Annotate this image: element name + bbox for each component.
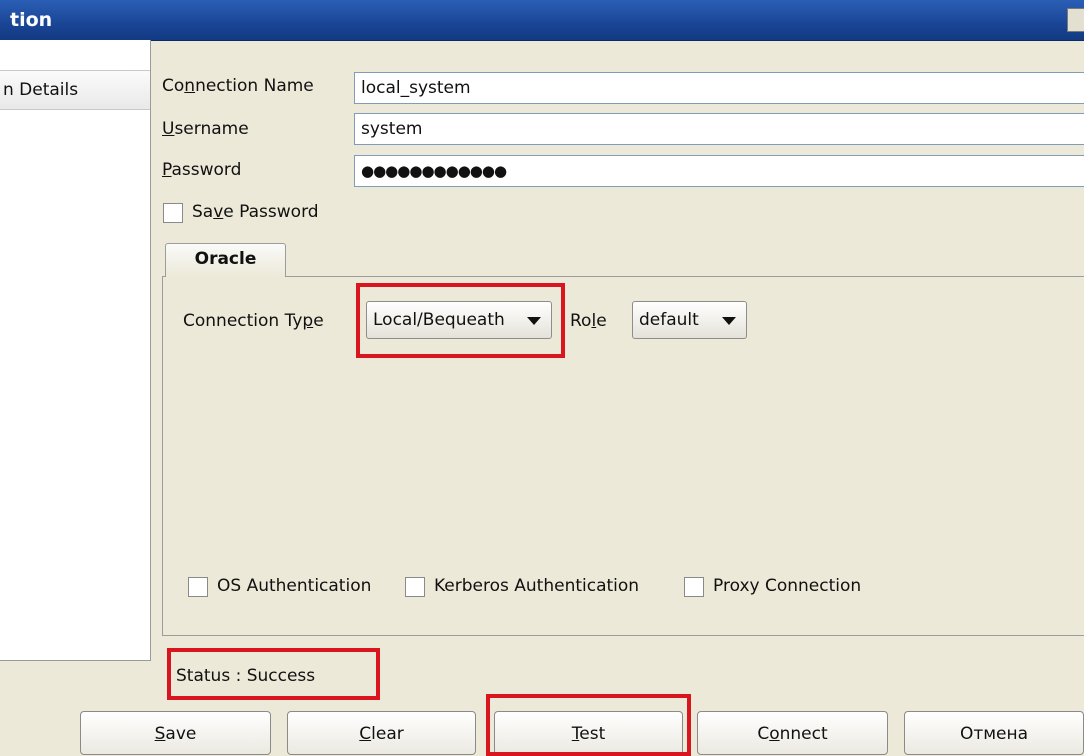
username-label: Username [162,119,249,139]
os-authentication-checkbox[interactable] [188,577,208,597]
tab-oracle[interactable]: Oracle [165,243,286,277]
chevron-down-icon [527,317,541,325]
connection-list-item-label: n Details [3,80,79,100]
kerberos-authentication-label: Kerberos Authentication [434,576,640,596]
role-select[interactable]: default [632,301,747,339]
window-control-button[interactable] [1067,8,1084,32]
connection-name-label: Connection Name [162,76,314,96]
connection-type-label: Connection Type [183,311,324,331]
clear-button[interactable]: Clear [287,711,476,755]
connection-list-panel: n Details [0,40,151,661]
status-text: Status : Success [176,666,316,686]
username-input[interactable]: system [354,113,1084,145]
chevron-down-icon [722,317,736,325]
connection-type-select[interactable]: Local/Bequeath [366,301,552,339]
role-value: default [639,310,699,330]
role-label: Role [570,311,607,331]
connection-name-input[interactable]: local_system [354,72,1084,104]
connect-button[interactable]: Connect [697,711,888,755]
password-input[interactable]: ●●●●●●●●●●●● [354,155,1084,187]
proxy-connection-checkbox[interactable] [684,577,704,597]
title-bar[interactable]: tion [0,0,1084,41]
proxy-connection-label: Proxy Connection [713,576,862,596]
test-button[interactable]: Test [494,711,683,755]
cancel-button[interactable]: Отмена [904,711,1084,755]
password-label: Password [162,160,242,180]
connection-type-value: Local/Bequeath [373,310,505,330]
save-password-checkbox[interactable] [163,203,183,223]
connection-list-item[interactable]: n Details [0,70,150,110]
window-title: tion [10,9,53,31]
kerberos-authentication-checkbox[interactable] [405,577,425,597]
os-authentication-label: OS Authentication [217,576,372,596]
save-password-label: Save Password [192,202,319,222]
save-button[interactable]: Save [80,711,271,755]
